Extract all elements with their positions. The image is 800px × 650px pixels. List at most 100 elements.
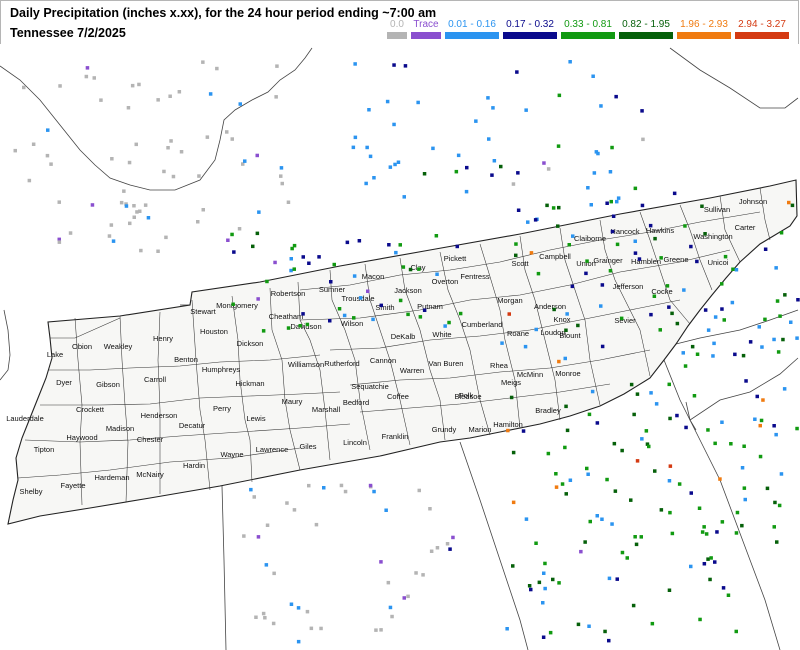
station-marker bbox=[718, 477, 722, 481]
station-marker bbox=[298, 324, 302, 328]
station-marker bbox=[683, 224, 687, 228]
station-marker bbox=[609, 199, 613, 204]
station-marker bbox=[755, 394, 759, 399]
station-marker bbox=[499, 164, 503, 169]
station-marker bbox=[156, 249, 160, 253]
station-marker bbox=[401, 265, 406, 269]
station-marker bbox=[557, 205, 561, 210]
station-marker bbox=[552, 307, 556, 312]
station-marker bbox=[289, 257, 293, 261]
station-marker bbox=[523, 344, 528, 349]
station-marker bbox=[215, 66, 219, 71]
station-marker bbox=[238, 102, 242, 106]
station-marker bbox=[379, 303, 383, 308]
station-marker bbox=[632, 412, 636, 417]
station-marker bbox=[280, 181, 284, 186]
county-label: Jackson bbox=[394, 286, 422, 295]
map-title: Daily Precipitation (inches x.xx), for t… bbox=[10, 6, 437, 20]
station-marker bbox=[13, 148, 17, 153]
county-label: Madison bbox=[106, 424, 134, 433]
county-label: Benton bbox=[174, 355, 198, 364]
station-marker bbox=[775, 299, 780, 303]
station-marker bbox=[128, 221, 132, 226]
station-marker bbox=[779, 231, 784, 235]
station-marker bbox=[385, 99, 390, 104]
station-marker bbox=[667, 588, 672, 592]
station-marker bbox=[84, 74, 89, 79]
county-label: Hickman bbox=[235, 379, 264, 388]
station-marker bbox=[734, 531, 739, 535]
station-marker bbox=[670, 311, 674, 316]
station-marker bbox=[665, 284, 670, 288]
station-marker bbox=[225, 130, 229, 134]
station-marker bbox=[677, 482, 682, 486]
station-marker bbox=[772, 525, 776, 529]
county-label: Macon bbox=[362, 272, 385, 281]
station-marker bbox=[634, 542, 639, 547]
station-marker bbox=[757, 325, 761, 329]
station-marker bbox=[90, 203, 95, 207]
station-marker bbox=[546, 451, 551, 456]
station-marker bbox=[722, 318, 726, 322]
station-marker bbox=[557, 359, 561, 364]
station-marker bbox=[774, 432, 778, 437]
station-marker bbox=[703, 308, 708, 312]
county-label: Greene bbox=[663, 255, 688, 264]
station-marker bbox=[545, 203, 549, 208]
station-marker bbox=[261, 329, 266, 333]
station-marker bbox=[600, 283, 605, 287]
county-label: Sumner bbox=[319, 285, 346, 294]
station-marker bbox=[491, 106, 495, 110]
county-label: Marion bbox=[469, 425, 492, 434]
station-marker bbox=[595, 421, 600, 425]
station-marker bbox=[455, 244, 459, 249]
station-marker bbox=[99, 98, 103, 102]
station-marker bbox=[301, 312, 305, 316]
station-marker bbox=[637, 257, 642, 261]
station-marker bbox=[286, 326, 291, 330]
county-label: Jefferson bbox=[613, 282, 644, 291]
station-marker bbox=[670, 531, 675, 536]
station-marker bbox=[68, 231, 73, 235]
county-label: Henderson bbox=[141, 411, 178, 420]
station-marker bbox=[778, 314, 782, 318]
station-marker bbox=[742, 486, 747, 490]
station-marker bbox=[443, 324, 447, 328]
station-marker bbox=[529, 251, 534, 255]
station-marker bbox=[640, 109, 644, 113]
station-marker bbox=[772, 337, 776, 342]
station-marker bbox=[585, 259, 589, 263]
station-marker bbox=[107, 234, 112, 238]
station-marker bbox=[458, 311, 463, 316]
county-label: Hardeman bbox=[94, 473, 129, 482]
county-label: Weakley bbox=[104, 342, 133, 351]
station-marker bbox=[570, 284, 575, 289]
station-marker bbox=[740, 466, 745, 470]
station-marker bbox=[274, 95, 278, 99]
station-marker bbox=[667, 305, 671, 309]
station-marker bbox=[658, 328, 662, 332]
station-marker bbox=[616, 196, 621, 200]
station-marker bbox=[339, 483, 344, 488]
county-label: Bedford bbox=[343, 398, 369, 407]
county-label: Monroe bbox=[555, 369, 580, 378]
county-label: Morgan bbox=[497, 296, 522, 305]
station-marker bbox=[690, 344, 695, 349]
station-marker bbox=[197, 174, 201, 178]
station-marker bbox=[342, 313, 347, 318]
station-marker bbox=[591, 74, 595, 78]
station-marker bbox=[629, 498, 633, 502]
county-label: Gibson bbox=[96, 380, 120, 389]
station-marker bbox=[614, 94, 618, 99]
station-marker bbox=[261, 611, 266, 616]
station-marker bbox=[795, 426, 799, 431]
station-marker bbox=[254, 615, 258, 619]
station-marker bbox=[271, 621, 276, 626]
station-marker bbox=[659, 508, 664, 512]
county-label: Maury bbox=[282, 397, 303, 406]
legend-item: 0.17 - 0.32 bbox=[501, 20, 559, 42]
station-marker bbox=[447, 320, 451, 325]
station-marker bbox=[319, 626, 323, 631]
legend-swatch bbox=[677, 32, 731, 39]
county-label: Cannon bbox=[370, 356, 396, 365]
